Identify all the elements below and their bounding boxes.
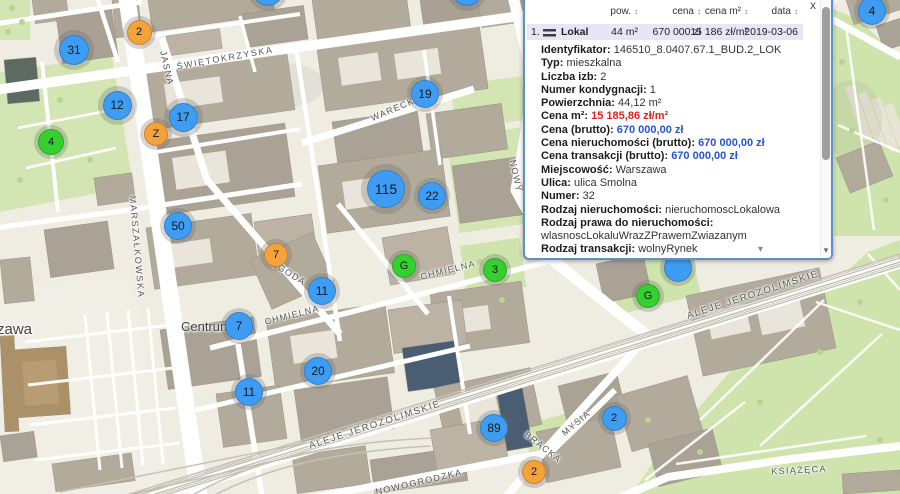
cluster-marker-11[interactable]: 11 xyxy=(308,277,336,305)
cluster-marker-11[interactable]: 11 xyxy=(235,378,263,406)
scroll-more-icon[interactable]: ▾ xyxy=(758,244,763,255)
property-detail: Cena nieruchomości (brutto): 670 000,00 … xyxy=(541,137,801,150)
cluster-marker-50[interactable]: 50 xyxy=(164,212,192,240)
cluster-marker-20[interactable]: 20 xyxy=(304,357,332,385)
scrollbar-thumb[interactable] xyxy=(822,7,830,160)
cluster-marker-G[interactable]: G xyxy=(636,284,660,308)
cluster-marker-31[interactable]: 31 xyxy=(59,35,89,65)
property-detail: Ulica: ulica Smolna xyxy=(541,177,801,190)
sort-icon[interactable]: ↕ xyxy=(634,7,638,16)
property-detail: Rodzaj nieruchomości: nieruchomoscLokalo… xyxy=(541,204,801,217)
result-pow: 44 m² xyxy=(611,26,638,38)
property-detail: Powierzchnia: 44,12 m² xyxy=(541,97,801,110)
cluster-marker-115[interactable]: 115 xyxy=(367,170,405,208)
sort-icon[interactable]: ↕ xyxy=(794,7,798,16)
place-label-warszawa: zawa xyxy=(0,321,32,338)
property-detail: Numer kondygnacji: 1 xyxy=(541,84,801,97)
property-popup: x pow.↕ cena↕ cena m²↕ data↕ 1. Lokal 44… xyxy=(523,0,833,260)
property-detail: Cena transakcji (brutto): 670 000,00 zł xyxy=(541,150,801,163)
sort-icon[interactable]: ↕ xyxy=(697,7,701,16)
result-data: 2019-03-06 xyxy=(744,26,798,38)
cluster-marker-2[interactable]: 2 xyxy=(522,460,546,484)
cluster-marker-7[interactable]: 7 xyxy=(264,243,288,267)
property-details: Identyfikator: 146510_8.0407.67.1_BUD.2_… xyxy=(541,44,801,257)
sort-icon[interactable]: ↕ xyxy=(744,7,748,16)
property-detail: Typ: mieszkalna xyxy=(541,57,801,70)
cluster-marker-7[interactable]: 7 xyxy=(225,312,253,340)
cluster-marker-2[interactable]: 2 xyxy=(127,20,152,45)
cluster-marker-2[interactable]: 2 xyxy=(602,406,627,431)
cluster-marker-4[interactable]: 4 xyxy=(38,129,64,155)
cluster-marker-G[interactable]: G xyxy=(392,254,416,278)
cluster-marker-Z[interactable]: Z xyxy=(144,122,168,146)
property-detail: Identyfikator: 146510_8.0407.67.1_BUD.2_… xyxy=(541,44,801,57)
map-application: ŚWIĘTOKRZYSKAJASNAMARSZAŁKOWSKAWARECKANO… xyxy=(0,0,900,494)
scrollbar-down-icon[interactable]: ▾ xyxy=(821,245,831,256)
column-data[interactable]: data↕ xyxy=(772,6,798,17)
property-detail: Numer: 32 xyxy=(541,190,801,203)
property-detail: Liczba izb: 2 xyxy=(541,71,801,84)
place-label-centrum: Centrum xyxy=(181,319,231,334)
column-cena[interactable]: cena↕ xyxy=(672,6,701,17)
result-index: 1. xyxy=(531,26,540,38)
column-cena-m2[interactable]: cena m²↕ xyxy=(705,6,748,17)
property-detail: Cena m²: 15 185,86 zł/m² xyxy=(541,110,801,123)
cluster-marker-22[interactable]: 22 xyxy=(418,182,446,210)
popup-scrollbar[interactable]: ▾ xyxy=(820,0,831,258)
result-type: Lokal xyxy=(561,26,588,38)
column-pow[interactable]: pow.↕ xyxy=(610,6,638,17)
cluster-marker-19[interactable]: 19 xyxy=(411,80,439,108)
property-detail: Rodzaj prawa do nieruchomości: wlasnoscL… xyxy=(541,217,801,244)
cluster-marker-89[interactable]: 89 xyxy=(480,414,508,442)
cluster-marker-17[interactable]: 17 xyxy=(169,103,198,132)
lokal-type-icon xyxy=(543,29,556,37)
property-detail: Miejscowość: Warszawa xyxy=(541,164,801,177)
result-row[interactable]: 1. Lokal 44 m² 670 000 zł 15 186 zł/m² 2… xyxy=(527,24,803,40)
property-detail: Cena (brutto): 670 000,00 zł xyxy=(541,124,801,137)
result-cena-m2: 15 186 zł/m² xyxy=(690,26,748,38)
results-header: pow.↕ cena↕ cena m²↕ data↕ xyxy=(525,6,831,19)
cluster-marker-3[interactable]: 3 xyxy=(483,258,507,282)
cluster-marker-12[interactable]: 12 xyxy=(103,91,132,120)
